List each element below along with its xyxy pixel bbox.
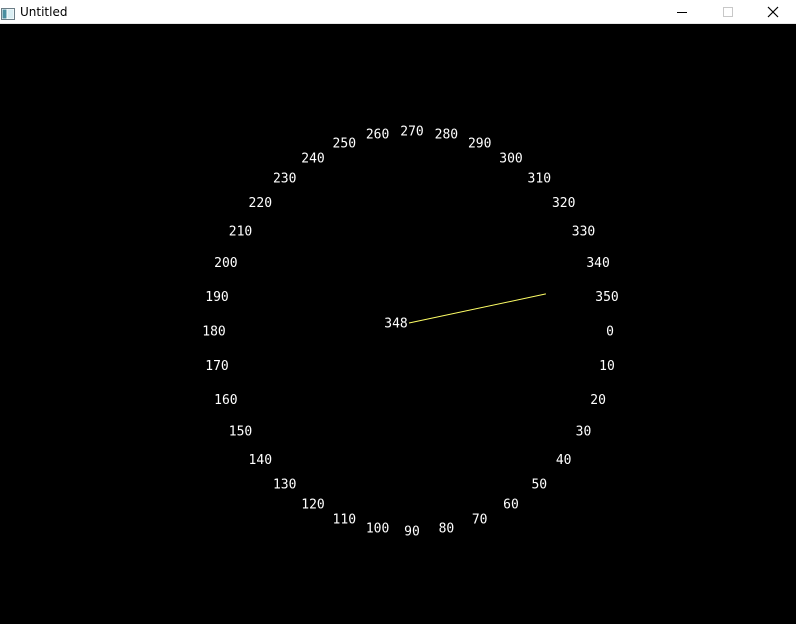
dial-label-130: 130 [273,478,296,493]
dial-label-40: 40 [556,453,572,468]
dial-label-100: 100 [366,522,389,537]
minimize-button[interactable] [659,0,705,24]
app-icon [1,5,15,20]
dial-label-170: 170 [205,359,228,374]
compass-dial: 0 10 20 30 40 50 60 70 80 90 100 110 120 130140 150 160… [202,125,618,540]
dial-label-300: 300 [499,151,522,166]
canvas-area: 0 10 20 30 40 50 60 70 80 90 100 110 120 130 140 150 160… [0,24,796,624]
dial-label-250: 250 [333,137,356,152]
dial-label-160: 160 [214,393,237,408]
close-button[interactable] [750,0,796,24]
dial-label-190: 190 [205,290,228,305]
maximize-icon [723,7,733,17]
dial-label-270: 270 [400,125,423,140]
needle [408,293,547,324]
app-window: Untitled 0 10 20 30 40 50 60 70 80 90 100 110 120 130… [0,0,796,624]
dial-label-280: 280 [435,128,458,143]
dial-label-0: 0 [606,325,614,340]
dial-label-220: 220 [249,196,272,211]
dial-label-320: 320 [552,196,575,211]
close-icon [767,6,779,18]
dial-label-340: 340 [586,256,609,271]
minimize-icon [677,12,687,13]
dial-label-60: 60 [503,498,519,513]
dial-label-230: 230 [273,171,296,186]
dial-label-200: 200 [214,256,237,271]
dial-label-90: 90 [404,525,420,540]
dial-label-350: 350 [595,290,618,305]
title-bar[interactable]: Untitled [0,0,796,24]
dial-label-70: 70 [472,512,488,527]
dial-label-30: 30 [576,425,592,440]
dial-label-110: 110 [333,512,356,527]
dial-label-290: 290 [468,137,491,152]
dial-label-50: 50 [531,478,547,493]
dial-label-260: 260 [366,128,389,143]
dial-label-150: 150 [229,425,252,440]
current-reading: 348 [384,317,407,332]
dial-label-80: 80 [439,522,455,537]
dial-label-120: 120 [301,498,324,513]
dial-label-240: 240 [301,151,324,166]
dial-label-10: 10 [599,359,615,374]
dial-label-310: 310 [528,171,551,186]
maximize-button[interactable] [705,0,751,24]
dial-label-20: 20 [590,393,606,408]
window-title: Untitled [20,5,68,19]
dial-label-210: 210 [229,225,252,240]
dial-label-140: 140 [249,453,272,468]
dial-labels: 0 10 20 30 40 50 60 70 80 90 100 110 120 130140 150 160… [202,125,618,540]
dial-label-180: 180 [202,325,225,340]
dial-label-330: 330 [572,225,595,240]
